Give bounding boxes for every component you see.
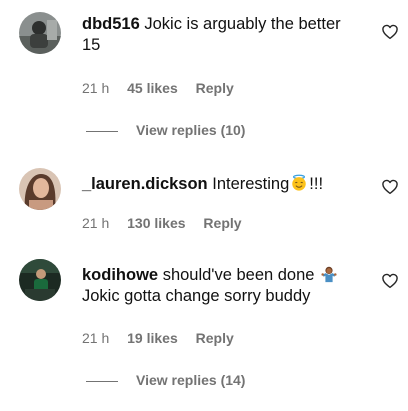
likes-count[interactable]: 45 likes: [127, 80, 178, 96]
avatar-image: [19, 12, 61, 54]
reply-button[interactable]: Reply: [196, 80, 234, 96]
username-link[interactable]: _lauren.dickson: [82, 175, 208, 193]
comment-body: dbd516 Jokic is arguably the better 15: [82, 14, 362, 56]
username-link[interactable]: kodihowe: [82, 266, 158, 284]
reply-button[interactable]: Reply: [203, 215, 241, 231]
avatar[interactable]: [19, 259, 61, 301]
person-shrugging-icon: [320, 265, 338, 283]
divider-line: [86, 130, 118, 132]
avatar-image: [19, 168, 61, 210]
heart-icon[interactable]: [381, 178, 399, 196]
comment-body: kodihowe should've been done Jokic gotta…: [82, 265, 362, 307]
timestamp: 21 h: [82, 80, 110, 96]
comment-meta: 21 h 45 likes Reply: [82, 80, 248, 96]
view-replies-label: View replies (10): [136, 122, 246, 138]
username-link[interactable]: dbd516: [82, 15, 140, 33]
likes-count[interactable]: 19 likes: [127, 330, 178, 346]
likes-count[interactable]: 130 likes: [127, 215, 185, 231]
view-replies-button[interactable]: View replies (14): [86, 372, 245, 388]
divider-line: [86, 380, 118, 382]
view-replies-label: View replies (14): [136, 372, 246, 388]
avatar[interactable]: [19, 168, 61, 210]
comment-text: should've been done: [162, 266, 315, 284]
comment-text-line2: Jokic gotta change sorry buddy: [82, 287, 311, 305]
heart-icon[interactable]: [381, 23, 399, 41]
reply-button[interactable]: Reply: [196, 330, 234, 346]
smiling-face-with-halo-icon: [290, 174, 308, 192]
avatar[interactable]: [19, 12, 61, 54]
comment-meta: 21 h 130 likes Reply: [82, 215, 256, 231]
comment-meta: 21 h 19 likes Reply: [82, 330, 248, 346]
avatar-image: [19, 259, 61, 301]
heart-icon[interactable]: [381, 272, 399, 290]
timestamp: 21 h: [82, 215, 110, 231]
view-replies-button[interactable]: View replies (10): [86, 122, 245, 138]
comment-body: _lauren.dickson Interesting!!!: [82, 174, 362, 195]
comment-text-suffix: !!!: [309, 175, 324, 193]
timestamp: 21 h: [82, 330, 110, 346]
comment-text: Interesting: [212, 175, 290, 193]
